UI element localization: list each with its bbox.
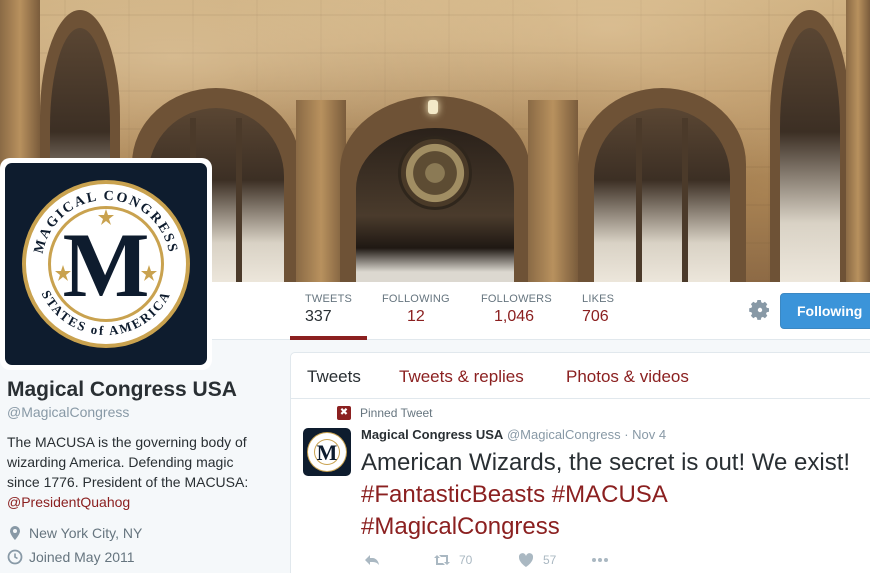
stat-following[interactable]: FOLLOWING 12 <box>382 293 450 326</box>
stat-following-value: 12 <box>407 308 425 325</box>
reply-icon <box>365 555 379 565</box>
tweet-actions: 70 57 <box>363 551 609 569</box>
active-stat-underline <box>290 336 367 340</box>
tab-tweets-replies[interactable]: Tweets & replies <box>399 367 524 387</box>
pinned-tweet-label: ✖ Pinned Tweet <box>337 406 433 420</box>
profile-avatar-frame: MAGICAL CONGRESS STATES of AMERICA M <box>0 158 212 370</box>
tab-tweets[interactable]: Tweets <box>307 367 361 387</box>
stat-likes-label: LIKES <box>582 293 615 305</box>
tweet-text: American Wizards, the secret is out! We … <box>361 447 870 543</box>
stat-likes[interactable]: LIKES 706 <box>582 293 614 326</box>
retweet-button[interactable]: 70 <box>433 551 517 569</box>
stat-following-label: FOLLOWING <box>382 293 450 305</box>
tweet-author-avatar[interactable]: M <box>303 428 351 476</box>
profile-handle[interactable]: @MagicalCongress <box>7 404 277 420</box>
retweet-icon <box>434 555 450 565</box>
reply-button[interactable] <box>363 551 433 569</box>
clock-detail <box>398 136 472 210</box>
stat-tweets-value: 337 <box>305 308 332 325</box>
seal-letter: M <box>63 214 150 316</box>
retweet-count: 70 <box>459 553 473 567</box>
profile-name[interactable]: Magical Congress USA <box>7 378 277 402</box>
tweet-header: Magical Congress USA @MagicalCongress · … <box>361 427 666 442</box>
pinned-icon: ✖ <box>337 406 351 420</box>
hashtag-link[interactable]: #MACUSA <box>552 481 667 508</box>
profile-meta: New York City, NY Joined May 2011 <box>7 522 277 568</box>
svg-text:M: M <box>317 440 338 465</box>
stat-followers-value: 1,046 <box>494 308 535 325</box>
stat-followers-label: FOLLOWERS <box>481 293 552 305</box>
tweet-date[interactable]: · Nov 4 <box>624 427 666 442</box>
profile-bio: The MACUSA is the governing body of wiza… <box>7 432 269 512</box>
avatar[interactable]: MAGICAL CONGRESS STATES of AMERICA M <box>5 163 207 365</box>
macusa-seal-logo: MAGICAL CONGRESS STATES of AMERICA M <box>22 180 190 348</box>
stat-tweets-label: TWEETS <box>305 293 353 305</box>
tweet-body: American Wizards, the secret is out! We … <box>361 449 851 476</box>
stat-tweets[interactable]: TWEETS 337 <box>305 293 352 326</box>
location-pin-icon <box>10 526 20 540</box>
calendar-icon <box>7 549 23 565</box>
timeline: Tweets Tweets & replies Photos & videos … <box>290 352 870 573</box>
tweet-author-name[interactable]: Magical Congress USA <box>361 427 503 442</box>
hashtag-link[interactable]: #MagicalCongress <box>361 513 560 540</box>
hashtag-link[interactable]: #FantasticBeasts <box>361 481 545 508</box>
profile-location: New York City, NY <box>29 525 143 541</box>
stat-likes-value: 706 <box>582 308 609 325</box>
like-count: 57 <box>543 553 557 567</box>
like-heart-icon <box>518 553 534 567</box>
profile-joined: Joined May 2011 <box>29 549 135 565</box>
settings-gear-icon[interactable] <box>748 298 772 322</box>
more-button[interactable] <box>591 551 609 569</box>
tab-photos-videos[interactable]: Photos & videos <box>566 367 689 387</box>
more-dots-icon <box>592 558 608 562</box>
timeline-tabs: Tweets Tweets & replies Photos & videos <box>291 353 870 399</box>
profile-bio-text: The MACUSA is the governing body of wiza… <box>7 434 249 490</box>
bio-mention-link[interactable]: @PresidentQuahog <box>7 492 269 512</box>
stat-followers[interactable]: FOLLOWERS 1,046 <box>481 293 552 326</box>
profile-card: Magical Congress USA @MagicalCongress Th… <box>7 378 277 570</box>
like-button[interactable]: 57 <box>517 551 591 569</box>
following-button[interactable]: Following <box>780 293 870 329</box>
tweet-author-handle[interactable]: @MagicalCongress <box>507 427 621 442</box>
